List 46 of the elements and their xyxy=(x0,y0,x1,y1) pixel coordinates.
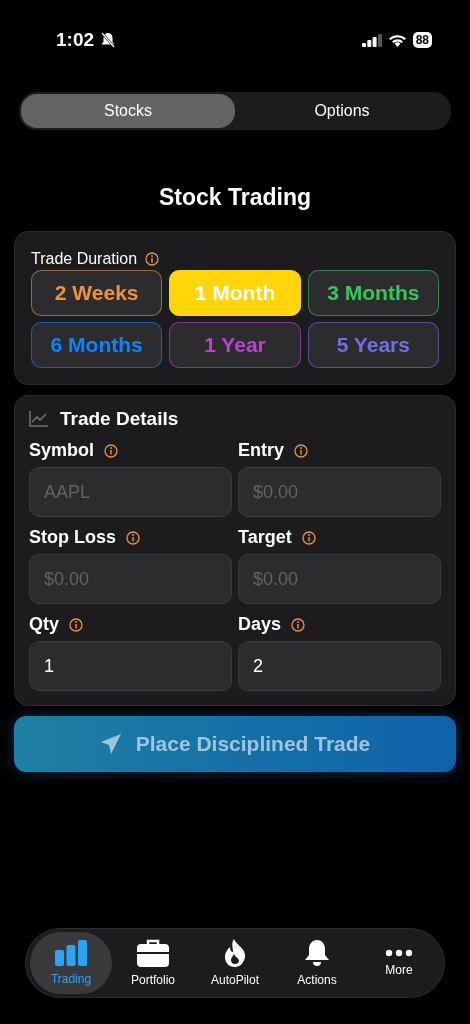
tab-bar-item[interactable]: AutoPilot xyxy=(194,932,276,994)
clock-time: 1:02 xyxy=(56,29,95,51)
page-title: Stock Trading xyxy=(157,184,313,211)
duration-chip[interactable]: 2 Weeks xyxy=(31,270,163,316)
send-icon xyxy=(99,733,122,755)
input-field[interactable]: $0.00 xyxy=(238,467,441,517)
tab-bar-item[interactable]: More xyxy=(358,932,440,994)
battery-level: 88 xyxy=(412,32,432,48)
info-icon[interactable] xyxy=(145,252,160,266)
tab-bar-item[interactable]: Trading xyxy=(30,932,112,994)
duration-chip[interactable]: 6 Months xyxy=(31,322,163,368)
info-icon[interactable] xyxy=(291,617,306,632)
segment-tab[interactable]: Stocks xyxy=(21,94,235,128)
field-label: Target xyxy=(238,527,292,548)
info-icon[interactable] xyxy=(294,443,308,458)
duration-chip[interactable]: 5 Years xyxy=(307,322,439,368)
bell-icon xyxy=(304,939,330,967)
info-icon[interactable] xyxy=(126,530,140,545)
signal-icon xyxy=(361,33,382,47)
info-icon[interactable] xyxy=(104,443,118,458)
wifi-icon xyxy=(387,33,407,47)
input-field[interactable]: $0.00 xyxy=(238,554,441,604)
input-field[interactable]: 1 xyxy=(29,641,232,691)
input-field[interactable]: 2 xyxy=(238,641,441,691)
field-label: Entry xyxy=(238,440,284,461)
input-field[interactable]: $0.00 xyxy=(29,554,232,604)
field-label: Days xyxy=(238,614,282,635)
input-field[interactable]: AAPL xyxy=(29,467,232,517)
flame-icon xyxy=(224,939,246,967)
field-label: Qty xyxy=(29,614,59,635)
duration-chip[interactable]: 1 Year xyxy=(169,322,301,368)
info-icon[interactable] xyxy=(69,617,83,632)
more-icon xyxy=(385,949,413,957)
bar-chart-icon xyxy=(54,940,88,966)
bell-slash-icon xyxy=(100,32,117,48)
field-label: Symbol xyxy=(29,440,94,461)
line-chart-icon xyxy=(29,411,48,427)
segment-tab[interactable]: Options xyxy=(235,94,449,128)
info-icon[interactable] xyxy=(301,530,316,545)
section-title: Trade Details xyxy=(60,408,179,430)
briefcase-icon xyxy=(137,939,169,967)
tab-bar-item[interactable]: Portfolio xyxy=(112,932,194,994)
tab-bar-item[interactable]: Actions xyxy=(276,932,358,994)
section-label: Trade Duration xyxy=(31,250,138,268)
field-label: Stop Loss xyxy=(29,527,116,548)
duration-chip[interactable]: 3 Months xyxy=(307,270,439,316)
